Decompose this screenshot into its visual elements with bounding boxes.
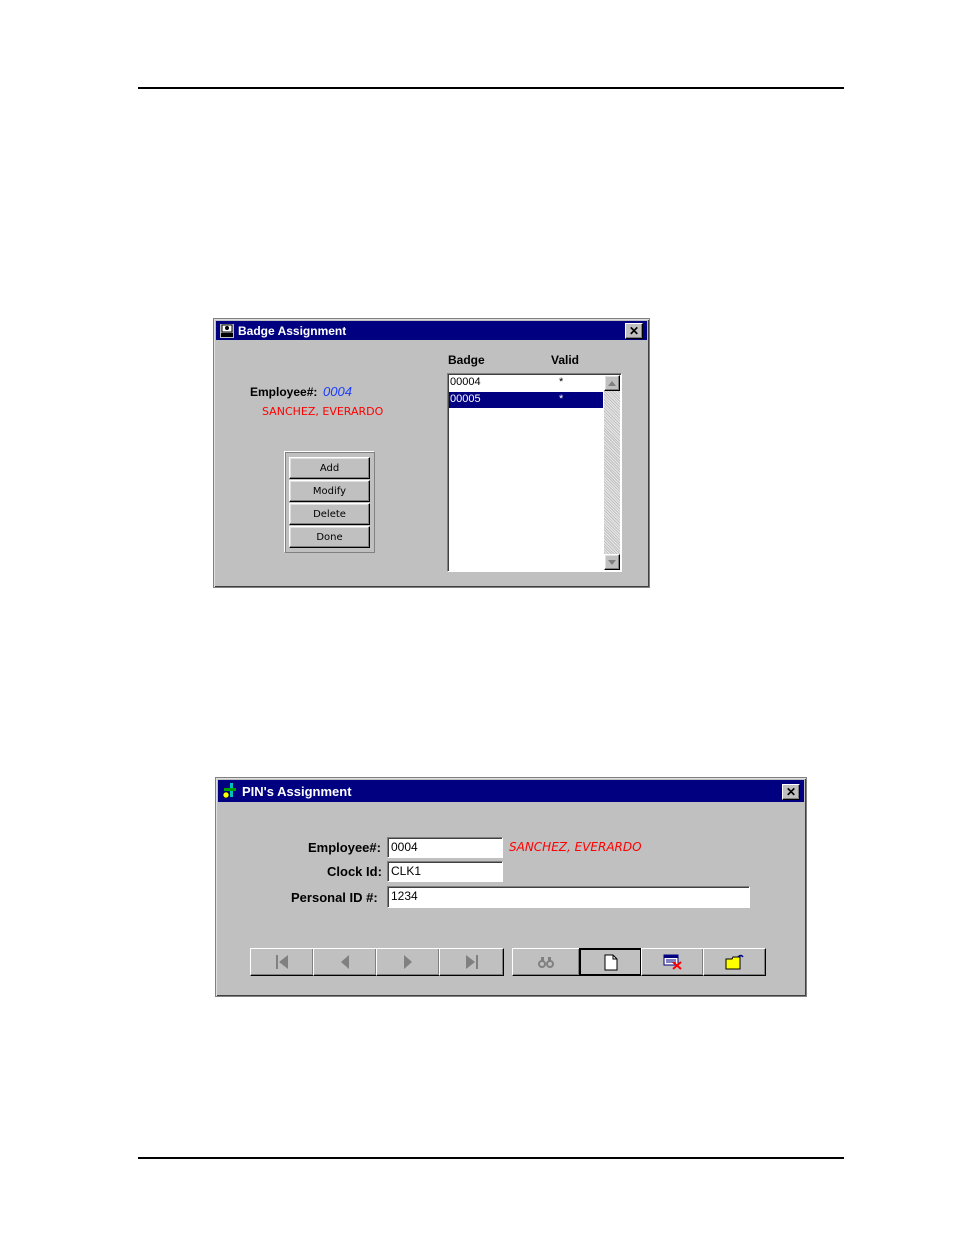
first-record-icon <box>276 955 288 969</box>
personal-id-field[interactable]: 1234 <box>387 886 750 908</box>
badge-column-header[interactable]: Badge <box>448 353 485 367</box>
badge-assignment-window: Badge Assignment ✕ Employee#: 0004 SANCH… <box>213 318 650 588</box>
next-record-button[interactable] <box>376 948 440 976</box>
modify-button[interactable]: Modify <box>289 480 370 502</box>
badge-close-button[interactable]: ✕ <box>625 323 643 339</box>
close-icon: ✕ <box>628 324 640 338</box>
employee-label: Employee#: <box>250 385 318 399</box>
add-button[interactable]: Add <box>289 457 370 479</box>
next-record-icon <box>404 955 412 969</box>
delete-record-button[interactable] <box>641 948 704 976</box>
previous-record-icon <box>341 955 349 969</box>
record-action-toolbar <box>512 948 766 976</box>
delete-record-icon <box>663 954 682 970</box>
find-button[interactable] <box>512 948 580 976</box>
previous-record-button[interactable] <box>313 948 377 976</box>
employee-number-field[interactable]: 0004 <box>387 837 503 858</box>
badge-cell: 00004 <box>450 376 481 388</box>
badge-assignment-icon <box>219 323 235 339</box>
pin-close-button[interactable]: ✕ <box>782 784 800 800</box>
close-icon: ✕ <box>785 785 797 799</box>
done-button[interactable]: Done <box>289 526 370 548</box>
valid-cell: * <box>559 376 564 388</box>
last-record-icon <box>465 955 478 969</box>
pin-employee-label: Employee#: <box>308 840 381 855</box>
employee-name: SANCHEZ, EVERARDO <box>262 405 384 418</box>
open-icon <box>725 954 744 970</box>
pin-assignment-window: PIN's Assignment ✕ Employee#: 0004 SANCH… <box>215 777 807 997</box>
clock-id-field[interactable]: CLK1 <box>387 861 503 882</box>
bottom-rule <box>138 1157 844 1159</box>
badge-button-group: Add Modify Delete Done <box>284 451 375 553</box>
scroll-down-button[interactable] <box>604 554 620 570</box>
badge-title-bar[interactable]: Badge Assignment ✕ <box>216 321 647 340</box>
delete-button[interactable]: Delete <box>289 503 370 525</box>
badge-list[interactable]: 00004 * 00005 * <box>447 373 622 572</box>
employee-number: 0004 <box>323 384 352 399</box>
badge-window-title: Badge Assignment <box>238 323 347 338</box>
pin-assignment-icon <box>221 782 239 800</box>
first-record-button[interactable] <box>250 948 314 976</box>
badge-list-row[interactable]: 00005 * <box>449 392 603 408</box>
pin-title-bar[interactable]: PIN's Assignment ✕ <box>218 780 804 802</box>
valid-column-header[interactable]: Valid <box>551 353 579 367</box>
last-record-button[interactable] <box>439 948 504 976</box>
top-rule <box>138 87 844 89</box>
pin-employee-name: SANCHEZ, EVERARDO <box>509 840 642 854</box>
record-navigation-toolbar <box>250 948 504 976</box>
badge-list-row[interactable]: 00004 * <box>449 375 603 391</box>
new-record-icon <box>604 954 617 970</box>
scroll-up-button[interactable] <box>604 375 620 391</box>
badge-list-scrollbar[interactable] <box>604 375 620 570</box>
personal-id-label: Personal ID #: <box>291 890 378 905</box>
clock-id-label: Clock Id: <box>327 864 382 879</box>
scroll-up-icon <box>608 380 616 386</box>
find-icon <box>538 957 554 968</box>
pin-window-title: PIN's Assignment <box>242 783 352 799</box>
new-record-button[interactable] <box>579 948 642 976</box>
open-button[interactable] <box>703 948 766 976</box>
badge-cell: 00005 <box>450 393 481 405</box>
valid-cell: * <box>559 393 564 405</box>
scroll-down-icon <box>608 559 616 565</box>
